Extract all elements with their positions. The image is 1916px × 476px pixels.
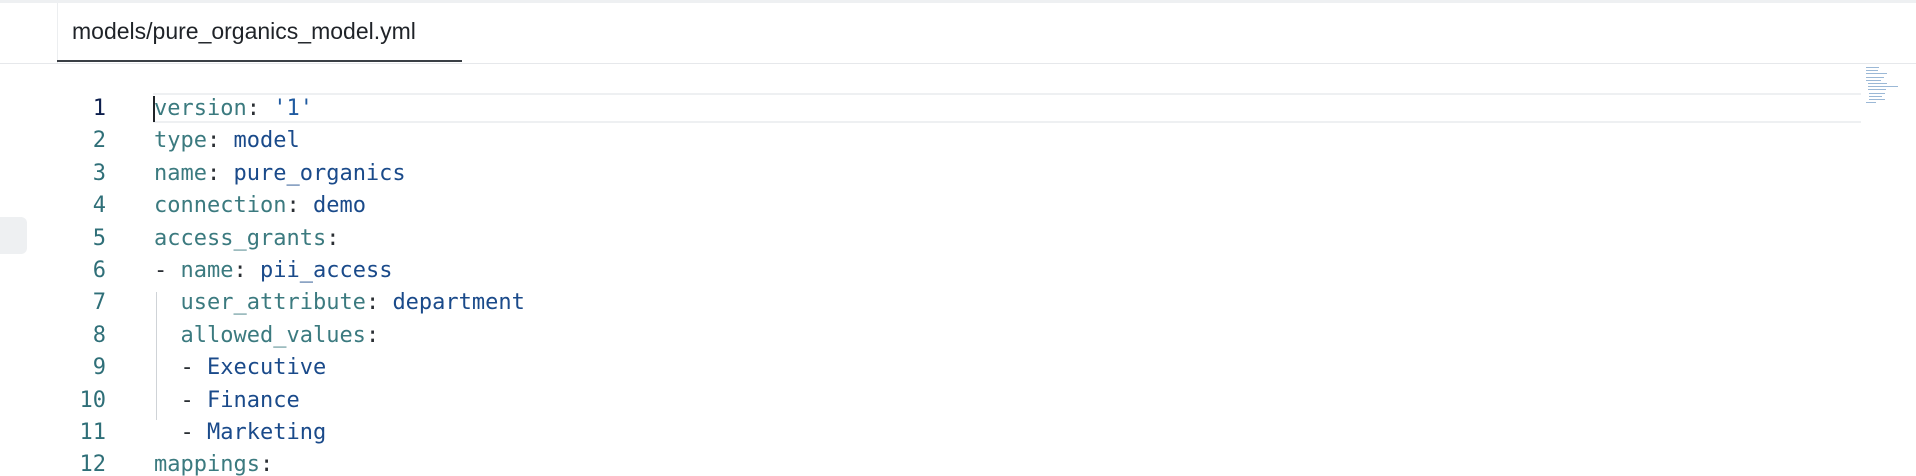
minimap-line bbox=[1866, 70, 1879, 72]
yaml-value: Marketing bbox=[207, 420, 327, 445]
list-dash: - bbox=[180, 420, 207, 445]
yaml-value: Finance bbox=[207, 387, 300, 413]
yaml-colon: : bbox=[246, 96, 260, 121]
yaml-key: user_attribute bbox=[180, 290, 366, 316]
list-dash: - bbox=[180, 355, 207, 381]
code-content: - Finance bbox=[154, 385, 300, 417]
yaml-colon: : bbox=[365, 322, 380, 348]
code-content: version: '1' bbox=[154, 93, 313, 125]
minimap-line bbox=[1869, 99, 1885, 100]
yaml-key: version bbox=[154, 96, 247, 121]
minimap-line bbox=[1866, 76, 1884, 78]
code-line[interactable]: 6 - name: pii_access bbox=[0, 255, 1860, 287]
line-number: 6 bbox=[92, 258, 106, 283]
yaml-key: type bbox=[154, 128, 207, 154]
minimap-line bbox=[1867, 89, 1887, 91]
code-line[interactable]: 12 mappings: bbox=[0, 449, 1860, 476]
yaml-value: model bbox=[233, 128, 300, 154]
minimap-line bbox=[1866, 73, 1887, 75]
line-number: 8 bbox=[92, 322, 106, 348]
code-line[interactable]: 1 version: '1' bbox=[0, 93, 1860, 125]
yaml-key: allowed_values bbox=[180, 322, 366, 348]
code-content: connection: demo bbox=[154, 190, 366, 222]
code-line[interactable]: 2 type: model bbox=[0, 125, 1860, 157]
code-content: - name: pii_access bbox=[154, 255, 392, 287]
code-line[interactable]: 11 - Marketing bbox=[0, 417, 1860, 449]
text-cursor bbox=[153, 96, 155, 122]
tab-bar-spacer bbox=[0, 3, 58, 63]
minimap-line bbox=[1866, 67, 1880, 68]
yaml-key: name bbox=[180, 258, 234, 283]
yaml-colon: : bbox=[259, 452, 274, 476]
minimap-line bbox=[1866, 79, 1882, 81]
editor-window: models/pure_organics_model.yml 1 version:… bbox=[0, 0, 1916, 476]
yaml-colon: : bbox=[206, 128, 221, 154]
code-content: access_grants: bbox=[154, 223, 339, 255]
line-number: 3 bbox=[92, 160, 106, 186]
yaml-key: name bbox=[154, 160, 207, 186]
line-number: 11 bbox=[79, 420, 107, 445]
minimap-line bbox=[1866, 102, 1876, 104]
code-line[interactable]: 9 - Executive bbox=[0, 352, 1860, 384]
yaml-colon: : bbox=[233, 258, 247, 283]
yaml-key: connection bbox=[154, 193, 287, 219]
line-number: 12 bbox=[79, 452, 107, 476]
code-line[interactable]: 5 access_grants: bbox=[0, 223, 1860, 255]
yaml-colon: : bbox=[206, 160, 221, 186]
line-number: 2 bbox=[92, 128, 106, 154]
yaml-value: pure_organics bbox=[233, 160, 406, 186]
line-number: 1 bbox=[92, 96, 106, 121]
minimap-line bbox=[1867, 83, 1888, 84]
minimap-line bbox=[1869, 95, 1883, 97]
yaml-colon: : bbox=[326, 225, 340, 251]
list-dash: - bbox=[154, 258, 181, 283]
yaml-value: '1' bbox=[273, 96, 313, 121]
code-content: type: model bbox=[154, 125, 300, 157]
yaml-value: department bbox=[392, 290, 525, 316]
tab-label: models/pure_organics_model.yml bbox=[72, 18, 416, 44]
yaml-value: demo bbox=[312, 193, 366, 219]
minimap-line bbox=[1869, 92, 1885, 94]
code-content: - Executive bbox=[154, 352, 327, 384]
line-number: 5 bbox=[92, 225, 106, 251]
code-line[interactable]: 3 name: pure_organics bbox=[0, 158, 1860, 190]
code-content: - Marketing bbox=[154, 417, 327, 449]
yaml-value: pii_access bbox=[259, 258, 393, 283]
minimap-line bbox=[1867, 86, 1899, 88]
line-number: 10 bbox=[79, 387, 107, 413]
code-editor[interactable]: 1 version: '1' 2 type: model 3 name: pure_org… bbox=[0, 64, 1916, 476]
tab-file-pure-organics-model[interactable]: models/pure_organics_model.yml bbox=[57, 3, 462, 62]
yaml-key: mappings bbox=[154, 452, 260, 476]
line-number: 9 bbox=[92, 355, 106, 381]
line-number: 7 bbox=[92, 290, 106, 316]
code-content: mappings: bbox=[154, 449, 273, 476]
code-line[interactable]: 10 - Finance bbox=[0, 385, 1860, 417]
tab-bar: models/pure_organics_model.yml bbox=[0, 3, 1916, 64]
code-line[interactable]: 7 user_attribute: department bbox=[0, 287, 1860, 319]
yaml-key: access_grants bbox=[154, 225, 327, 251]
yaml-colon: : bbox=[365, 290, 380, 316]
yaml-value: Executive bbox=[207, 355, 327, 381]
code-content: name: pure_organics bbox=[154, 158, 406, 190]
list-dash: - bbox=[180, 387, 207, 413]
code-content: allowed_values: bbox=[154, 320, 380, 352]
code-line[interactable]: 8 allowed_values: bbox=[0, 320, 1860, 352]
code-content: user_attribute: department bbox=[154, 287, 525, 319]
line-number: 4 bbox=[92, 193, 106, 219]
code-line[interactable]: 4 connection: demo bbox=[0, 190, 1860, 222]
minimap[interactable] bbox=[1864, 64, 1916, 134]
yaml-colon: : bbox=[286, 193, 300, 219]
